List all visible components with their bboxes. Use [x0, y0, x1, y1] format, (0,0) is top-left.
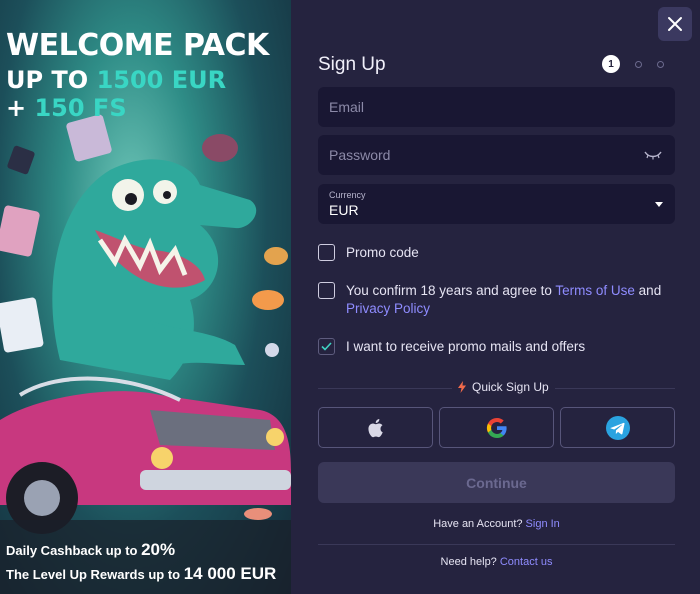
promo-levelup-value: 14 000 EUR: [183, 564, 277, 583]
promo-code-option[interactable]: Promo code: [318, 244, 419, 262]
promo-mails-checkbox[interactable]: [318, 338, 335, 355]
promo-levelup-text: The Level Up Rewards up to: [6, 567, 184, 582]
quick-signup-label: Quick Sign Up: [472, 380, 549, 394]
sign-in-link[interactable]: Sign In: [526, 518, 560, 530]
currency-value: EUR: [329, 201, 359, 218]
promo-code-label: Promo code: [346, 245, 419, 260]
eye-closed-icon[interactable]: [644, 150, 662, 160]
have-account-text: Have an Account?: [433, 518, 526, 530]
apple-signin-button[interactable]: [318, 407, 433, 448]
promo-title: WELCOME PACK: [6, 28, 269, 63]
promo-freespins: + 150 FS: [6, 94, 127, 122]
promo-cashback: Daily Cashback up to 20%: [6, 540, 175, 560]
promo-levelup: The Level Up Rewards up to 14 000 EUR: [6, 564, 276, 584]
lightning-icon: [458, 381, 466, 393]
step-3: [657, 60, 664, 68]
chevron-down-icon: [655, 202, 663, 207]
email-field[interactable]: Email: [318, 87, 675, 127]
password-field[interactable]: Password: [318, 135, 675, 175]
apple-icon: [367, 418, 383, 437]
promo-bonus-value: 1500 EUR: [96, 66, 227, 94]
step-indicator: 1: [602, 55, 664, 73]
close-icon: [668, 17, 682, 31]
promo-mails-label: I want to receive promo mails and offers: [346, 339, 586, 354]
promo-bonus-amount: UP TO 1500 EUR: [6, 66, 226, 94]
google-signin-button[interactable]: [439, 407, 554, 448]
terms-text-and: and: [634, 283, 662, 298]
password-placeholder: Password: [329, 147, 391, 163]
quick-signup-heading: Quick Sign Up: [452, 380, 555, 394]
continue-button[interactable]: Continue: [318, 462, 675, 503]
currency-select[interactable]: Currency EUR: [318, 184, 675, 224]
need-help-line: Need help? Contact us: [318, 556, 675, 568]
email-placeholder: Email: [329, 99, 365, 115]
terms-of-use-link[interactable]: Terms of Use: [555, 283, 635, 298]
check-icon: [321, 342, 332, 351]
have-account-line: Have an Account? Sign In: [318, 518, 675, 530]
google-icon: [486, 417, 507, 438]
step-1: 1: [602, 55, 620, 73]
promo-cashback-value: 20%: [141, 540, 176, 559]
telegram-icon: [605, 415, 630, 440]
promo-cashback-text: Daily Cashback up to: [6, 543, 142, 558]
promo-code-checkbox[interactable]: [318, 244, 335, 261]
footer-divider: [318, 544, 675, 545]
terms-text: You confirm 18 years and agree to Terms …: [346, 282, 661, 318]
need-help-text: Need help?: [440, 556, 500, 568]
terms-option[interactable]: You confirm 18 years and agree to Terms …: [318, 282, 678, 318]
contact-us-link[interactable]: Contact us: [500, 556, 553, 568]
promo-freespins-value: 150 FS: [34, 94, 127, 122]
telegram-signin-button[interactable]: [560, 407, 675, 448]
promo-freespins-prefix: +: [6, 94, 35, 122]
privacy-policy-link[interactable]: Privacy Policy: [346, 301, 430, 316]
terms-text-start: You confirm 18 years and agree to: [346, 283, 556, 298]
terms-checkbox[interactable]: [318, 282, 335, 299]
step-2: [635, 60, 642, 68]
promo-bonus-prefix: UP TO: [6, 66, 97, 94]
promo-banner: WELCOME PACK UP TO 1500 EUR + 150 FS Dai…: [0, 0, 291, 594]
currency-label: Currency: [329, 189, 366, 200]
page-title: Sign Up: [318, 54, 386, 75]
close-button[interactable]: [658, 7, 692, 41]
promo-mails-option[interactable]: I want to receive promo mails and offers: [318, 338, 585, 356]
